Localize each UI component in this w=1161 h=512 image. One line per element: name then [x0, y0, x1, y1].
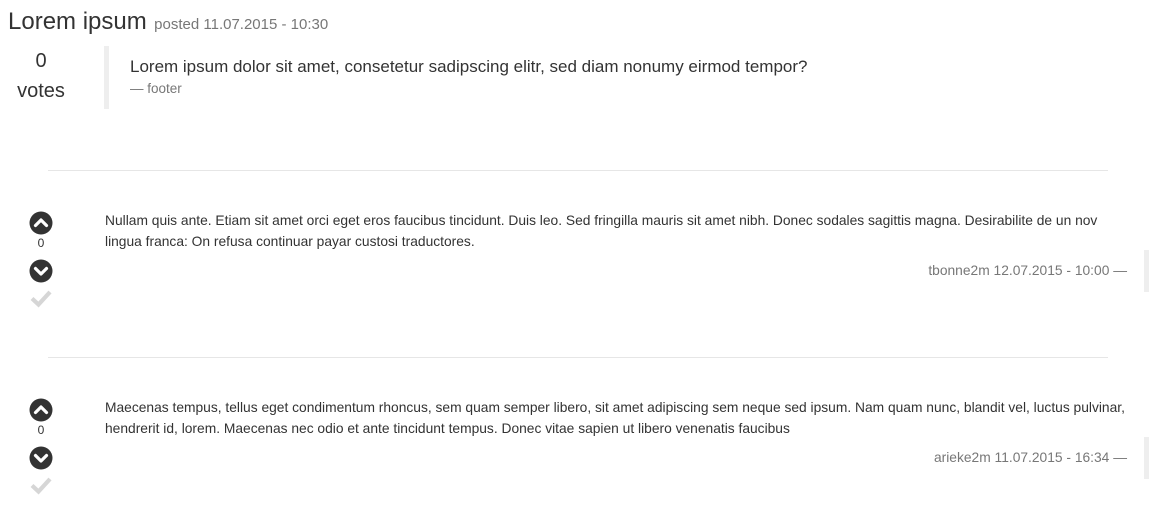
answer-text: Maecenas tempus, tellus eget condimentum… — [105, 400, 1125, 436]
chevron-down-circle-icon[interactable] — [29, 446, 53, 470]
chevron-up-circle-icon[interactable] — [29, 211, 53, 235]
answer-side-bar — [1144, 250, 1149, 292]
answer-meta: arieke2m 11.07.2015 - 16:34 — — [933, 450, 1127, 465]
answer-vote-count: 0 — [37, 236, 45, 250]
checkmark-icon[interactable] — [29, 475, 53, 495]
chevron-down-circle-icon[interactable] — [29, 259, 53, 283]
question-text: Lorem ipsum dolor sit amet, consetetur s… — [130, 57, 808, 76]
answer-text: Nullam quis ante. Etiam sit amet orci eg… — [105, 213, 1098, 249]
divider — [48, 357, 1108, 358]
chevron-up-circle-icon[interactable] — [29, 398, 53, 422]
question-votes: 0 votes — [0, 46, 82, 106]
question-posted-date: posted 11.07.2015 - 10:30 — [154, 16, 329, 33]
question-footer: — footer — [130, 81, 182, 96]
answer-vote-count: 0 — [37, 423, 45, 437]
answer-meta: tbonne2m 12.07.2015 - 10:00 — — [928, 263, 1127, 278]
answer-vote-controls: 0 — [29, 398, 53, 495]
question-vote-label: votes — [17, 80, 65, 102]
question-header: Lorem ipsum posted 11.07.2015 - 10:30 — [8, 8, 328, 36]
question-page: Lorem ipsum posted 11.07.2015 - 10:30 0 … — [0, 0, 1161, 512]
question-blockquote: Lorem ipsum dolor sit amet, consetetur s… — [104, 46, 1004, 109]
question-vote-count: 0 — [35, 50, 47, 72]
answer-side-bar — [1144, 437, 1149, 479]
checkmark-icon[interactable] — [29, 288, 53, 308]
divider — [48, 170, 1108, 171]
answer-vote-controls: 0 — [29, 211, 53, 308]
question-title: Lorem ipsum — [8, 8, 147, 35]
